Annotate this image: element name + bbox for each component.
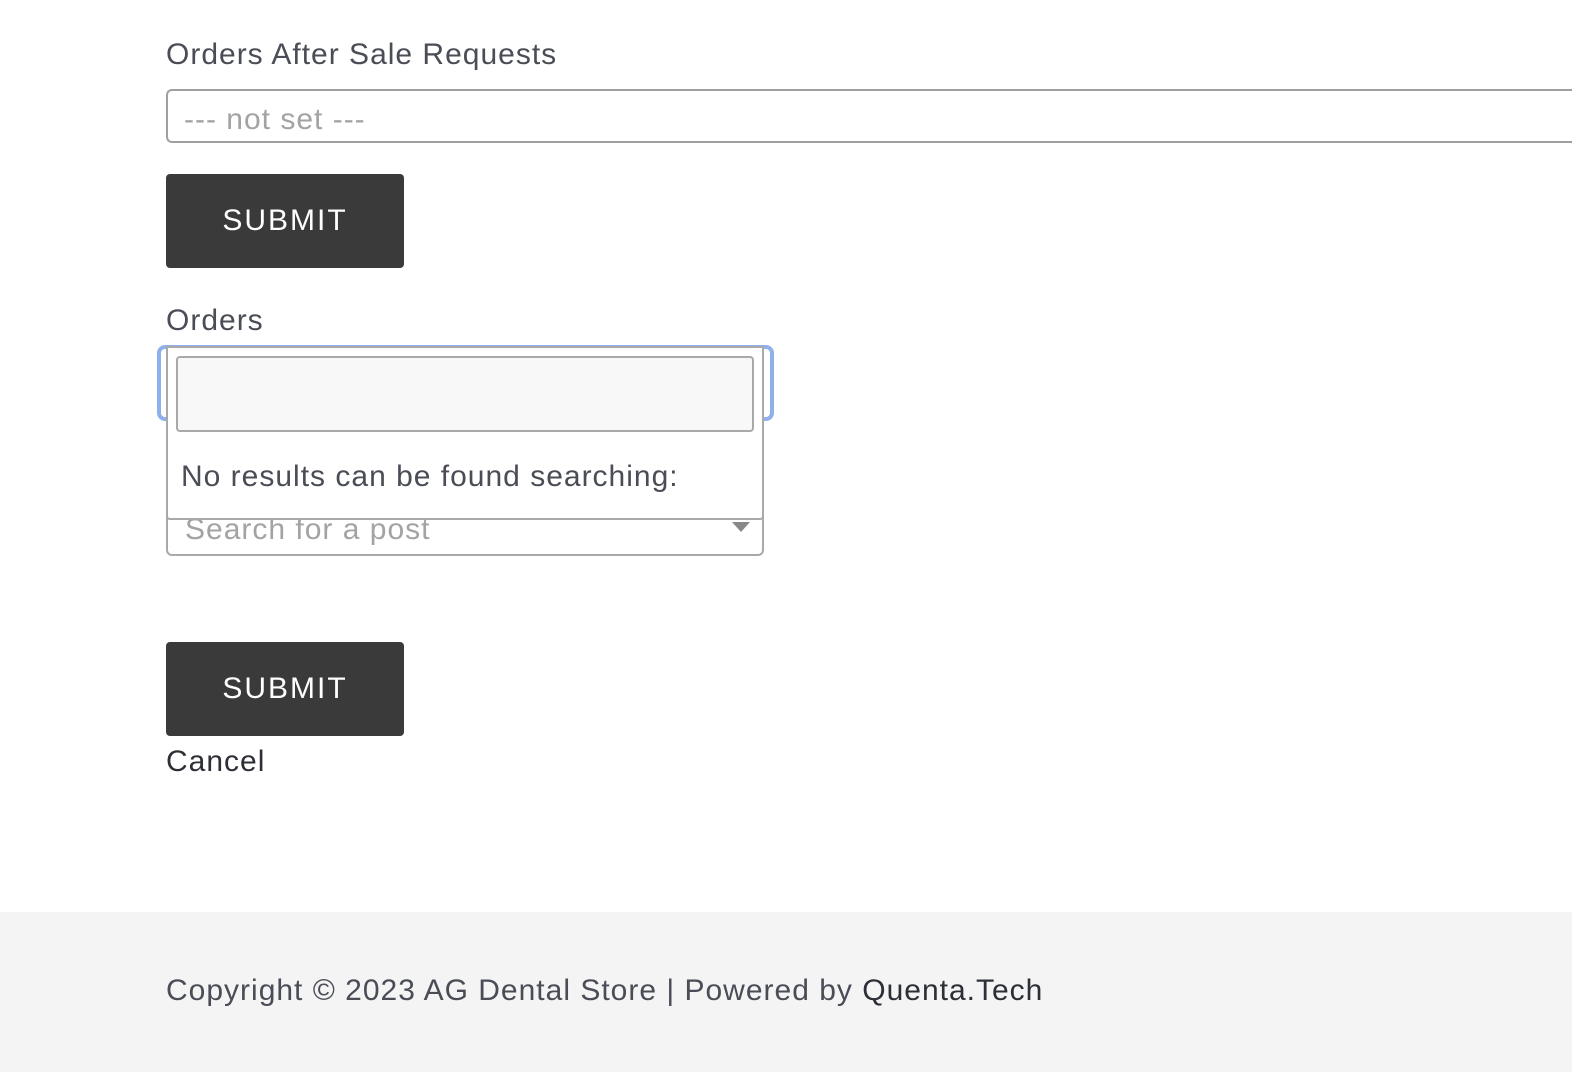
after-sale-requests-label: Orders After Sale Requests [166,38,558,71]
after-sale-requests-select[interactable]: --- not set --- [166,89,1572,143]
submit-button-secondary[interactable]: SUBMIT [166,642,404,736]
site-footer: Copyright © 2023 AG Dental Store | Power… [0,912,1572,1072]
powered-by-link[interactable]: Quenta.Tech [862,974,1043,1007]
after-sale-requests-placeholder: --- not set --- [184,103,366,136]
page: Orders After Sale Requests --- not set -… [0,0,1572,1084]
orders-dropdown: No results can be found searching: [166,346,764,520]
copyright-line: Copyright © 2023 AG Dental Store | Power… [166,974,1043,1008]
submit-button-primary[interactable]: SUBMIT [166,174,404,268]
orders-label: Orders [166,304,264,337]
no-results-message: No results can be found searching: [181,460,679,493]
copyright-text: Copyright © 2023 AG Dental Store | Power… [166,974,863,1007]
cancel-link[interactable]: Cancel [166,745,265,779]
orders-search-input[interactable] [176,356,754,432]
caret-down-icon[interactable] [732,522,750,532]
